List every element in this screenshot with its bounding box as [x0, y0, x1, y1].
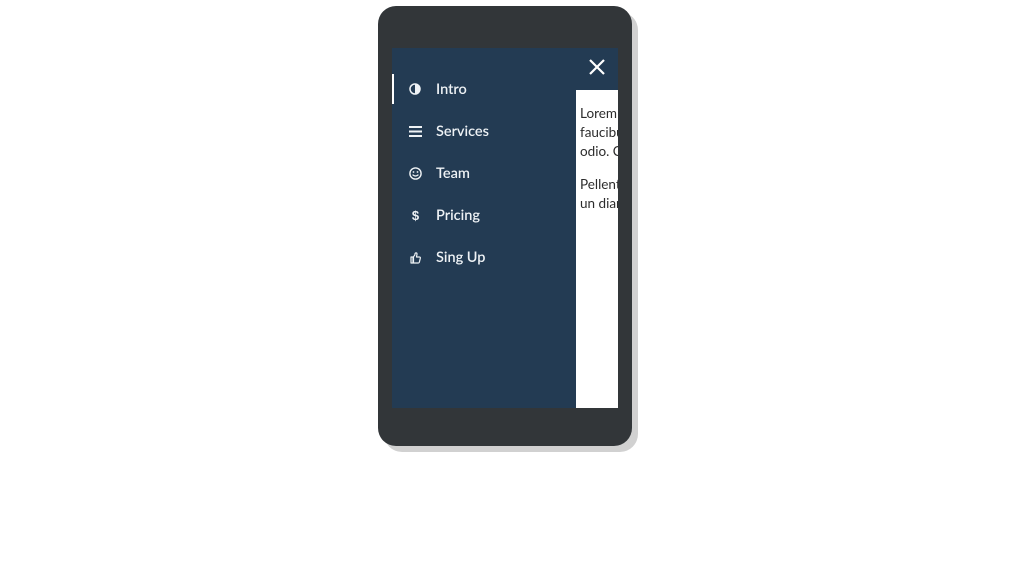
- nav-item-label: Pricing: [436, 207, 480, 224]
- nav-item-label: Services: [436, 123, 489, 140]
- close-button[interactable]: [576, 48, 618, 90]
- content-paragraph: Pellent Proin i mattis Nulla p quis un d…: [580, 175, 618, 213]
- nav-item-services[interactable]: Services: [392, 110, 576, 152]
- nav-item-label: Intro: [436, 81, 467, 98]
- adjust-icon: [408, 82, 422, 96]
- device-frame: Intro Services: [378, 6, 632, 446]
- nav-item-label: Team: [436, 165, 470, 182]
- nav-item-label: Sing Up: [436, 249, 485, 266]
- content-area: Lorem consect aliquan massa faucibu ultr…: [580, 104, 618, 226]
- dollar-icon: $: [408, 208, 422, 222]
- sidebar: Intro Services: [392, 48, 576, 408]
- close-icon: [587, 57, 607, 81]
- list-icon: [408, 124, 422, 138]
- nav-item-signup[interactable]: Sing Up: [392, 236, 576, 278]
- thumbs-up-icon: [408, 250, 422, 264]
- nav-item-pricing[interactable]: $ Pricing: [392, 194, 576, 236]
- smile-icon: [408, 166, 422, 180]
- svg-text:$: $: [411, 208, 419, 222]
- content-paragraph: Lorem consect aliquan massa faucibu ultr…: [580, 104, 618, 161]
- nav-item-team[interactable]: Team: [392, 152, 576, 194]
- screen: Intro Services: [392, 48, 618, 408]
- nav-item-intro[interactable]: Intro: [392, 68, 576, 110]
